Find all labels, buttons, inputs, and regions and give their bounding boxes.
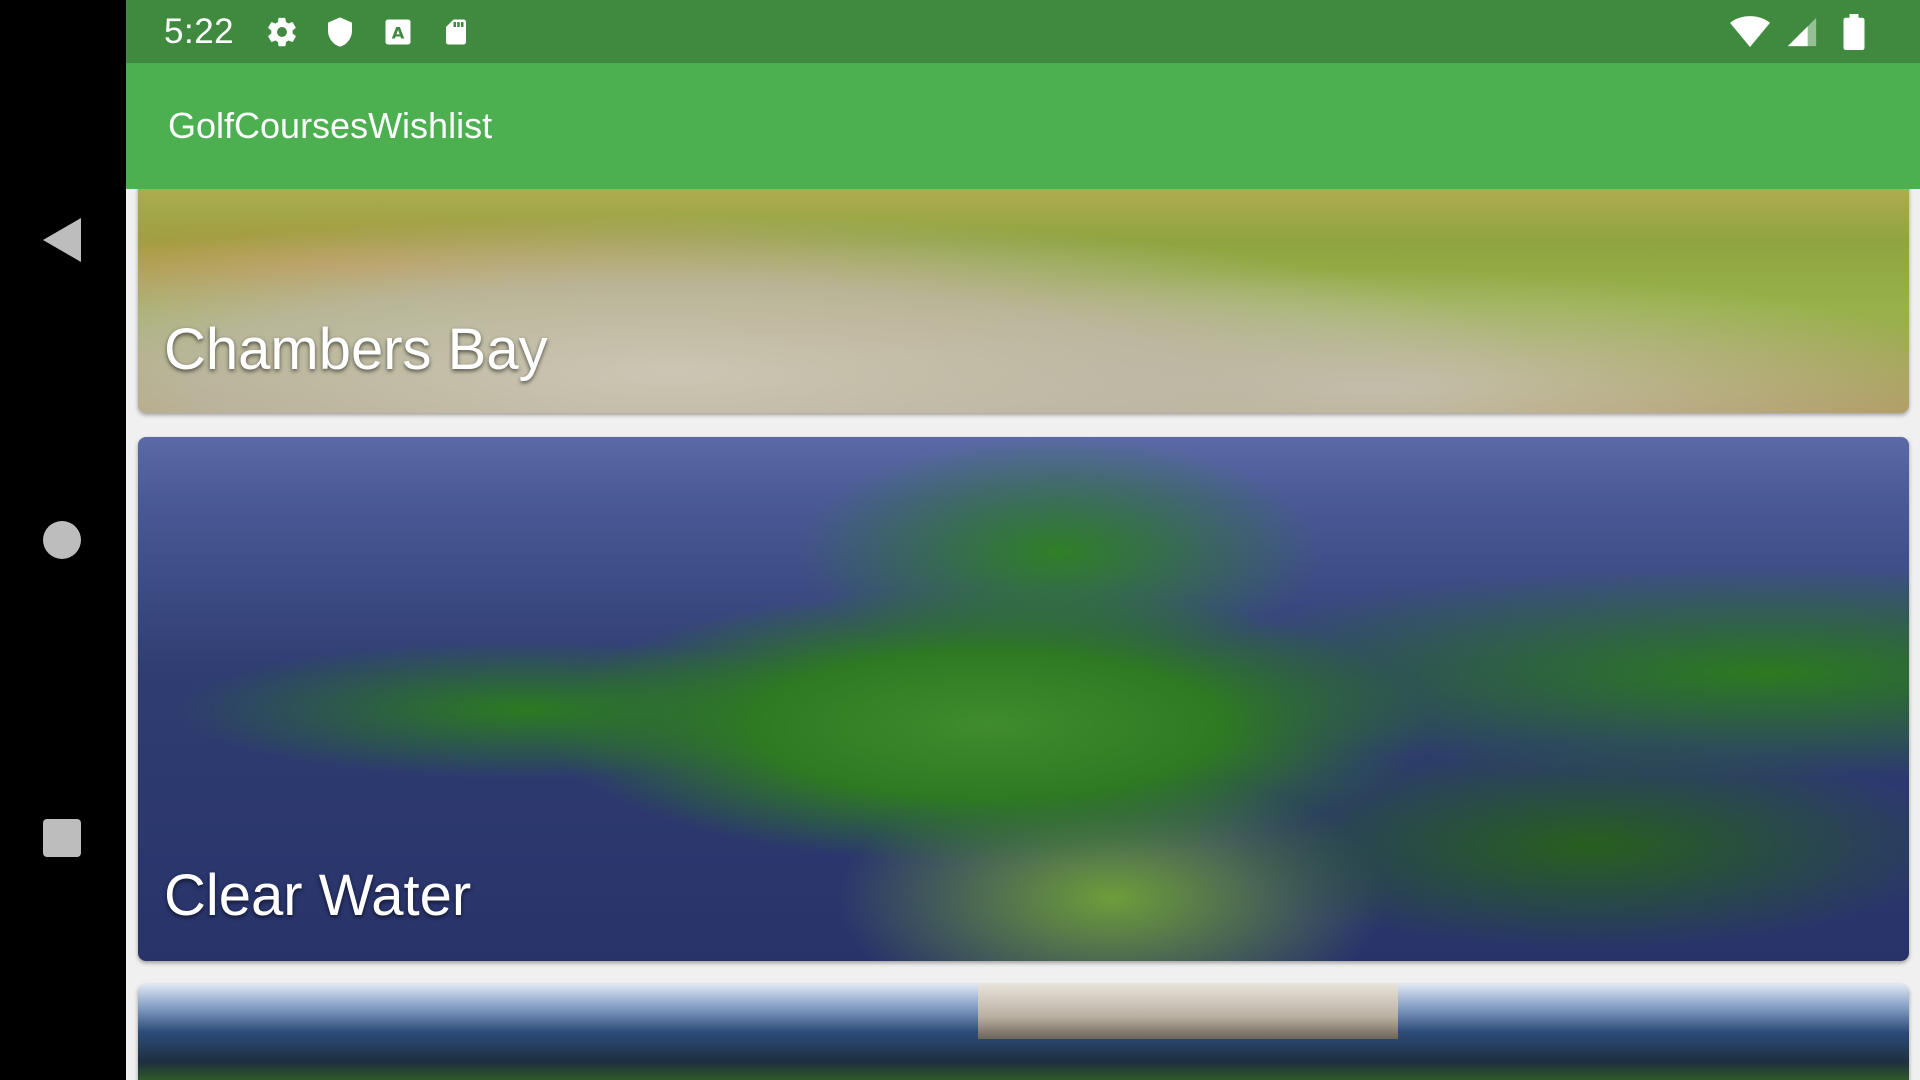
wifi-icon xyxy=(1730,12,1770,52)
home-icon xyxy=(43,521,81,559)
cell-signal-icon xyxy=(1782,12,1822,52)
status-bar: 5:22 A xyxy=(126,0,1920,63)
gear-icon xyxy=(262,12,302,52)
navigation-bar xyxy=(0,0,126,1080)
battery-icon xyxy=(1834,12,1874,52)
clubhouse-image-detail xyxy=(978,984,1398,1039)
app-bar: GolfCoursesWishlist xyxy=(126,63,1920,189)
course-name: Clear Water xyxy=(164,863,472,928)
course-name: Chambers Bay xyxy=(164,317,548,382)
course-list[interactable]: Chambers Bay Clear Water xyxy=(126,189,1920,1080)
home-button[interactable] xyxy=(30,508,94,572)
shield-icon xyxy=(320,12,360,52)
course-card-partial[interactable] xyxy=(138,984,1909,1080)
recents-button[interactable] xyxy=(30,806,94,870)
course-card-clear-water[interactable]: Clear Water xyxy=(138,437,1909,961)
back-button[interactable] xyxy=(30,208,94,272)
svg-text:A: A xyxy=(392,23,405,42)
recents-icon xyxy=(43,819,81,857)
back-icon xyxy=(43,218,81,262)
sd-card-icon xyxy=(436,12,476,52)
keyboard-a-icon: A xyxy=(378,12,418,52)
course-card-chambers-bay[interactable]: Chambers Bay xyxy=(138,189,1909,413)
status-time: 5:22 xyxy=(164,11,235,51)
app-title: GolfCoursesWishlist xyxy=(168,105,493,146)
